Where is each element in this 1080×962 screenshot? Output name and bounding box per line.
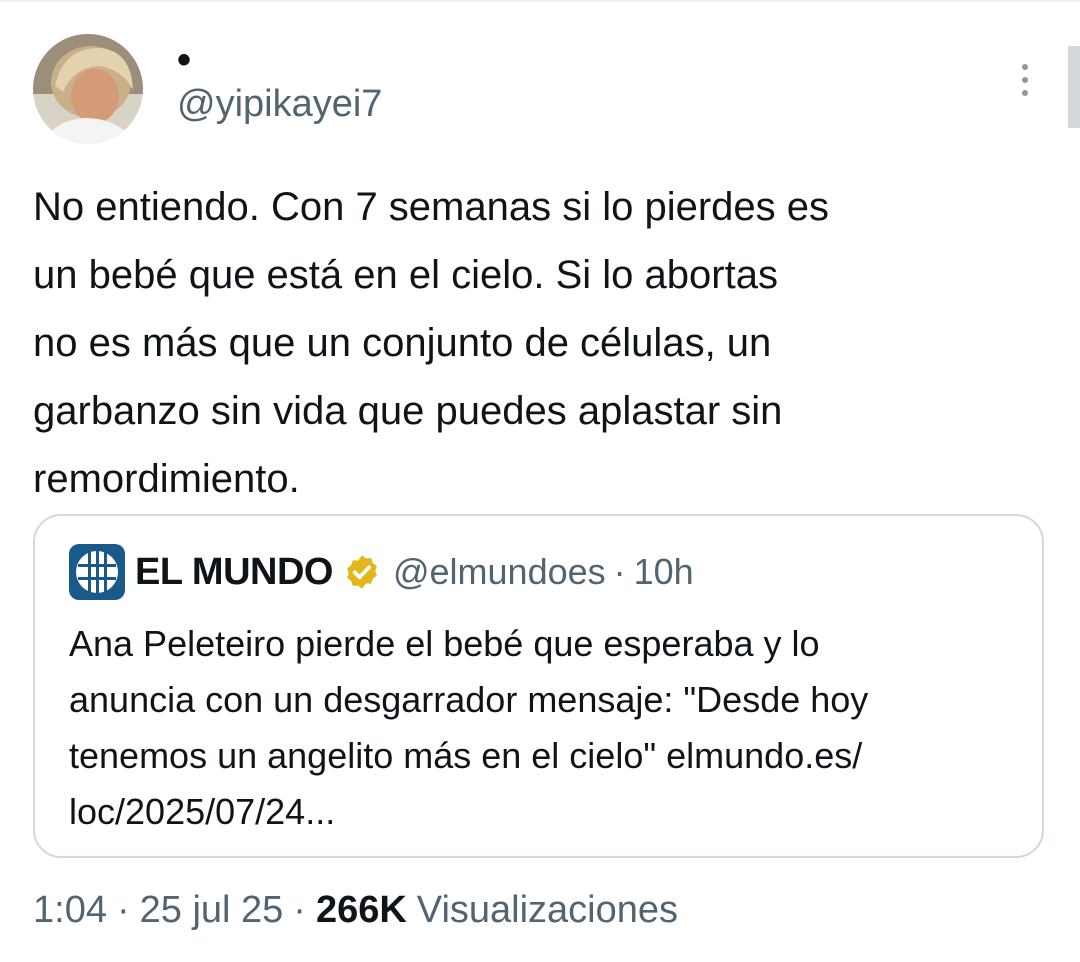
tweet-date[interactable]: 25 jul 25 xyxy=(140,889,284,932)
more-options-button[interactable] xyxy=(1008,58,1042,102)
more-vertical-icon-dot-3 xyxy=(1022,90,1028,96)
quoted-tweet-card[interactable]: EL MUNDO @elmundoes · 10h Ana Peleteiro … xyxy=(33,514,1044,858)
more-vertical-icon-dot-2 xyxy=(1022,77,1028,83)
quoted-tweet-time[interactable]: 10h xyxy=(634,551,694,593)
verified-gold-badge-icon xyxy=(347,555,377,589)
globe-logo-icon xyxy=(69,544,125,600)
tweet-text: No entiendo. Con 7 semanas si lo pierdes… xyxy=(33,185,830,501)
scrollbar-thumb[interactable] xyxy=(1068,46,1080,128)
quoted-tweet-header: EL MUNDO @elmundoes · 10h xyxy=(135,544,694,600)
author-display-name[interactable]: • xyxy=(177,40,191,80)
avatar-image xyxy=(33,34,143,144)
avatar[interactable] xyxy=(33,34,143,144)
quoted-author-handle[interactable]: @elmundoes xyxy=(393,551,606,593)
author-handle[interactable]: @yipikayei7 xyxy=(177,82,382,126)
separator-dot: · xyxy=(613,551,626,592)
separator-dot: · xyxy=(293,888,306,931)
views-label[interactable]: Visualizaciones xyxy=(417,889,678,932)
top-divider xyxy=(0,0,1080,2)
views-count[interactable]: 266K xyxy=(316,889,407,932)
quoted-tweet-text: Ana Peleteiro pierde el bebé que esperab… xyxy=(69,623,869,832)
separator-dot: · xyxy=(116,888,130,931)
more-vertical-icon xyxy=(1022,64,1028,70)
tweet-time[interactable]: 1:04 xyxy=(33,889,107,932)
tweet-meta: 1:04 · 25 jul 25 · 266K Visualizaciones xyxy=(33,882,678,938)
quoted-author-name[interactable]: EL MUNDO xyxy=(135,551,333,594)
